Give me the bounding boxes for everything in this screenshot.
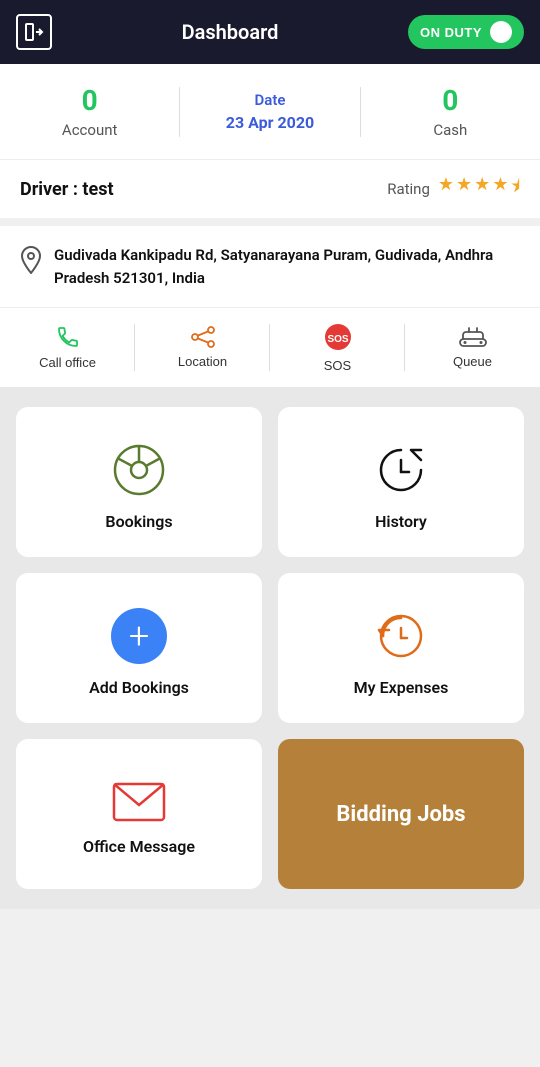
message-icon [111,781,167,823]
grid-area: Bookings History + Add Bookings [0,387,540,909]
driver-name-value: test [82,179,113,200]
cash-label: Cash [433,121,467,139]
my-expenses-card[interactable]: My Expenses [278,573,524,723]
header: Dashboard ON DUTY [0,0,540,64]
history-label: History [375,512,427,531]
location-bar: Gudivada Kankipadu Rd, Satyanarayana Pur… [0,218,540,307]
steering-icon [111,442,167,498]
location-pin-icon [20,246,42,274]
sos-icon: SOS [323,322,353,352]
driver-info: Driver : test Rating ★ ★ ★ ★ ⯨ [0,159,540,218]
rating-label: Rating [387,180,430,198]
phone-icon [56,325,80,349]
add-icon: + [111,608,167,664]
header-title: Dashboard [182,20,279,44]
cash-value: 0 [442,84,458,117]
location-tab[interactable]: Location [135,308,270,387]
star-4: ★ [492,174,508,204]
office-message-card[interactable]: Office Message [16,739,262,889]
account-value: 0 [82,84,98,117]
bidding-jobs-label: Bidding Jobs [336,802,465,827]
svg-text:SOS: SOS [327,334,348,345]
date-stat: Date 23 Apr 2020 [180,91,359,132]
history-card[interactable]: History [278,407,524,557]
queue-tab[interactable]: Queue [405,308,540,387]
sos-tab[interactable]: SOS SOS [270,308,405,387]
location-address: Gudivada Kankipadu Rd, Satyanarayana Pur… [54,244,520,289]
queue-label: Queue [453,354,492,369]
office-message-label: Office Message [83,837,195,856]
cash-stat: 0 Cash [361,84,540,139]
logo-icon [16,14,52,50]
star-half: ⯨ [510,174,520,204]
add-bookings-label: Add Bookings [89,678,189,697]
date-value: 23 Apr 2020 [226,113,314,132]
star-2: ★ [456,174,472,204]
my-expenses-label: My Expenses [354,678,449,697]
toggle-circle [490,21,512,43]
expenses-icon [373,608,429,664]
bookings-card[interactable]: Bookings [16,407,262,557]
location-label: Location [178,354,227,369]
call-office-label: Call office [39,355,96,370]
on-duty-toggle[interactable]: ON DUTY [408,15,524,49]
history-icon [373,442,429,498]
driver-name: Driver : test [20,179,114,200]
account-label: Account [62,121,118,139]
account-stat: 0 Account [0,84,179,139]
driver-label-prefix: Driver : [20,179,82,200]
stats-row: 0 Account Date 23 Apr 2020 0 Cash [0,64,540,159]
location-share-icon [190,326,216,348]
sos-label: SOS [324,358,351,373]
date-label: Date [255,91,286,109]
star-3: ★ [474,174,490,204]
queue-icon [459,326,487,348]
stars: ★ ★ ★ ★ ⯨ [438,174,520,204]
star-1: ★ [438,174,454,204]
bookings-label: Bookings [105,512,172,531]
action-tabs: Call office Location SOS SOS [0,307,540,387]
add-bookings-card[interactable]: + Add Bookings [16,573,262,723]
rating-row: Rating ★ ★ ★ ★ ⯨ [387,174,520,204]
on-duty-label: ON DUTY [420,25,482,40]
call-office-tab[interactable]: Call office [0,308,135,387]
bidding-jobs-card[interactable]: Bidding Jobs [278,739,524,889]
